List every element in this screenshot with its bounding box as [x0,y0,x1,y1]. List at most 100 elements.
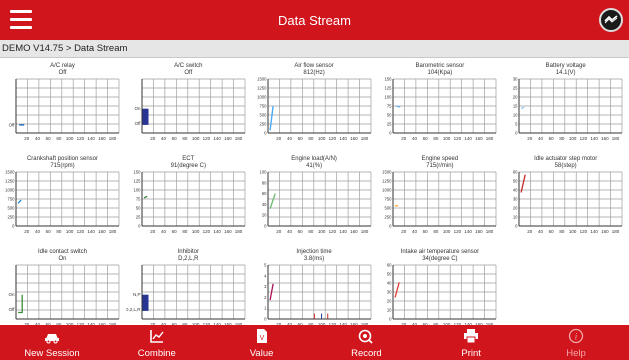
graph-plot: 204060801001201401601806050403020100 [387,263,497,327]
x-tick-label: 180 [360,229,368,234]
y-tick-label: 5 [515,122,518,127]
y-tick-label: 1 [264,306,267,311]
hamburger-menu-icon[interactable] [10,10,32,30]
graph-value: 34(degree C) [422,256,458,262]
x-tick-label: 180 [486,229,494,234]
x-tick-label: 120 [202,136,210,141]
y-tick-label: 750 [385,197,393,202]
state-label: Off [134,121,141,126]
x-tick-label: 100 [443,229,451,234]
graph-value: On [58,256,67,262]
y-tick-label: 1250 [5,179,15,184]
graph-value: 3.8(ms) [303,256,325,262]
x-tick-label: 60 [423,136,429,141]
y-tick-label: 0 [515,131,518,136]
x-tick-label: 20 [150,136,156,141]
new-session-button[interactable]: New Session [0,325,104,360]
record-button[interactable]: Record [314,325,418,360]
y-tick-label: 1000 [257,95,267,100]
graph-plot: 20 40 60 80 100 120 140 160 180100806040200 [259,170,371,234]
y-tick-label: 0 [390,317,393,322]
x-tick-label: 120 [454,229,462,234]
y-tick-label: 0 [264,131,267,136]
x-tick-label: 120 [580,229,588,234]
graph-value: 14.1(V) [555,70,576,76]
data-stream-graphs: A/C relay Off 20 40 60 80 100 120 140 160 180 Off A/… [0,59,629,327]
x-tick-label: 20 [150,229,156,234]
x-tick-label: 120 [454,136,462,141]
y-tick-label: 1000 [383,188,393,193]
state-label: D,2,L,R [126,307,141,312]
y-tick-label: 750 [8,197,16,202]
graph-plot: 20406080100120140160180OnOff [8,264,120,327]
x-tick-label: 40 [412,136,418,141]
graph-value: Off [184,70,193,76]
signal-trace [395,204,399,207]
x-tick-label: 180 [612,136,620,141]
graph-name: Injection time [296,249,332,255]
graph-name: Inhibitor [177,249,199,255]
toolbar-label: Combine [137,348,176,359]
x-tick-label: 160 [475,136,483,141]
graph-plot: 20 40 60 80 100 120 140 160 18015001250100075050… [5,170,120,234]
state-label: Off [9,122,16,127]
x-tick-label: 140 [591,136,599,141]
y-tick-label: 15 [513,104,518,109]
x-tick-label: 40 [538,136,544,141]
toolbar-label: Print [461,348,481,359]
y-tick-label: 150 [385,77,393,82]
x-tick-label: 180 [235,136,243,141]
x-tick-label: 40 [35,229,41,234]
x-tick-label: 80 [308,136,314,141]
y-tick-label: 50 [513,179,518,184]
x-tick-label: 100 [317,136,325,141]
y-tick-label: 1250 [383,179,393,184]
y-tick-label: 40 [387,281,392,286]
graph-plot: 20 40 60 80 100 120 140 160 18015001250100075050… [257,77,371,141]
y-tick-label: 10 [513,113,518,118]
y-tick-label: 1500 [257,77,267,82]
x-tick-label: 180 [612,229,620,234]
y-tick-label: 500 [385,206,393,211]
y-tick-label: 10 [387,308,392,313]
value-button[interactable]: V Value [210,325,314,360]
page-title: Data Stream [278,12,351,28]
graph-value: 715(r/min) [426,163,454,169]
svg-text:i: i [575,332,578,342]
y-tick-label: 125 [385,86,393,91]
toolbar-label: Record [351,348,382,359]
toolbar-label: New Session [24,348,80,359]
x-tick-label: 40 [287,136,293,141]
x-tick-label: 20 [527,136,533,141]
x-tick-label: 140 [591,229,599,234]
graph-plot: 20406080100120140160180543210 [264,263,371,327]
y-tick-label: 0 [12,224,15,229]
combine-button[interactable]: Combine [105,325,209,360]
vci-connection-icon[interactable] [599,8,623,32]
y-tick-label: 20 [513,206,518,211]
y-tick-label: 25 [513,86,518,91]
graph-plot: 20 40 60 80 100 120 140 160 1801501251007550250 [133,170,246,234]
signal-trace [269,105,274,131]
x-tick-label: 120 [77,229,85,234]
x-tick-label: 160 [224,229,232,234]
graph-name: Battery voltage [545,63,586,69]
title-bar: Data Stream [0,0,629,40]
x-tick-label: 120 [328,136,336,141]
x-tick-label: 60 [549,136,555,141]
help-button[interactable]: i Help [524,325,628,360]
y-tick-label: 10 [513,215,518,220]
y-tick-label: 30 [387,290,392,295]
x-tick-label: 180 [235,229,243,234]
graph-plot: 20 40 60 80 100 120 140 160 180 Off [9,78,120,141]
x-tick-label: 60 [297,229,303,234]
graph-name: A/C relay [50,63,75,69]
y-tick-label: 500 [8,206,16,211]
y-tick-label: 250 [8,215,16,220]
help-icon: i [568,328,584,344]
graph-plot: 20 40 60 80 100 120 140 160 180 30 25 20 15 10 5 0 [513,77,623,141]
graph-value: 41(%) [306,163,323,169]
y-tick-label: 2 [264,295,267,300]
print-button[interactable]: Print [419,325,523,360]
x-tick-label: 80 [56,229,62,234]
